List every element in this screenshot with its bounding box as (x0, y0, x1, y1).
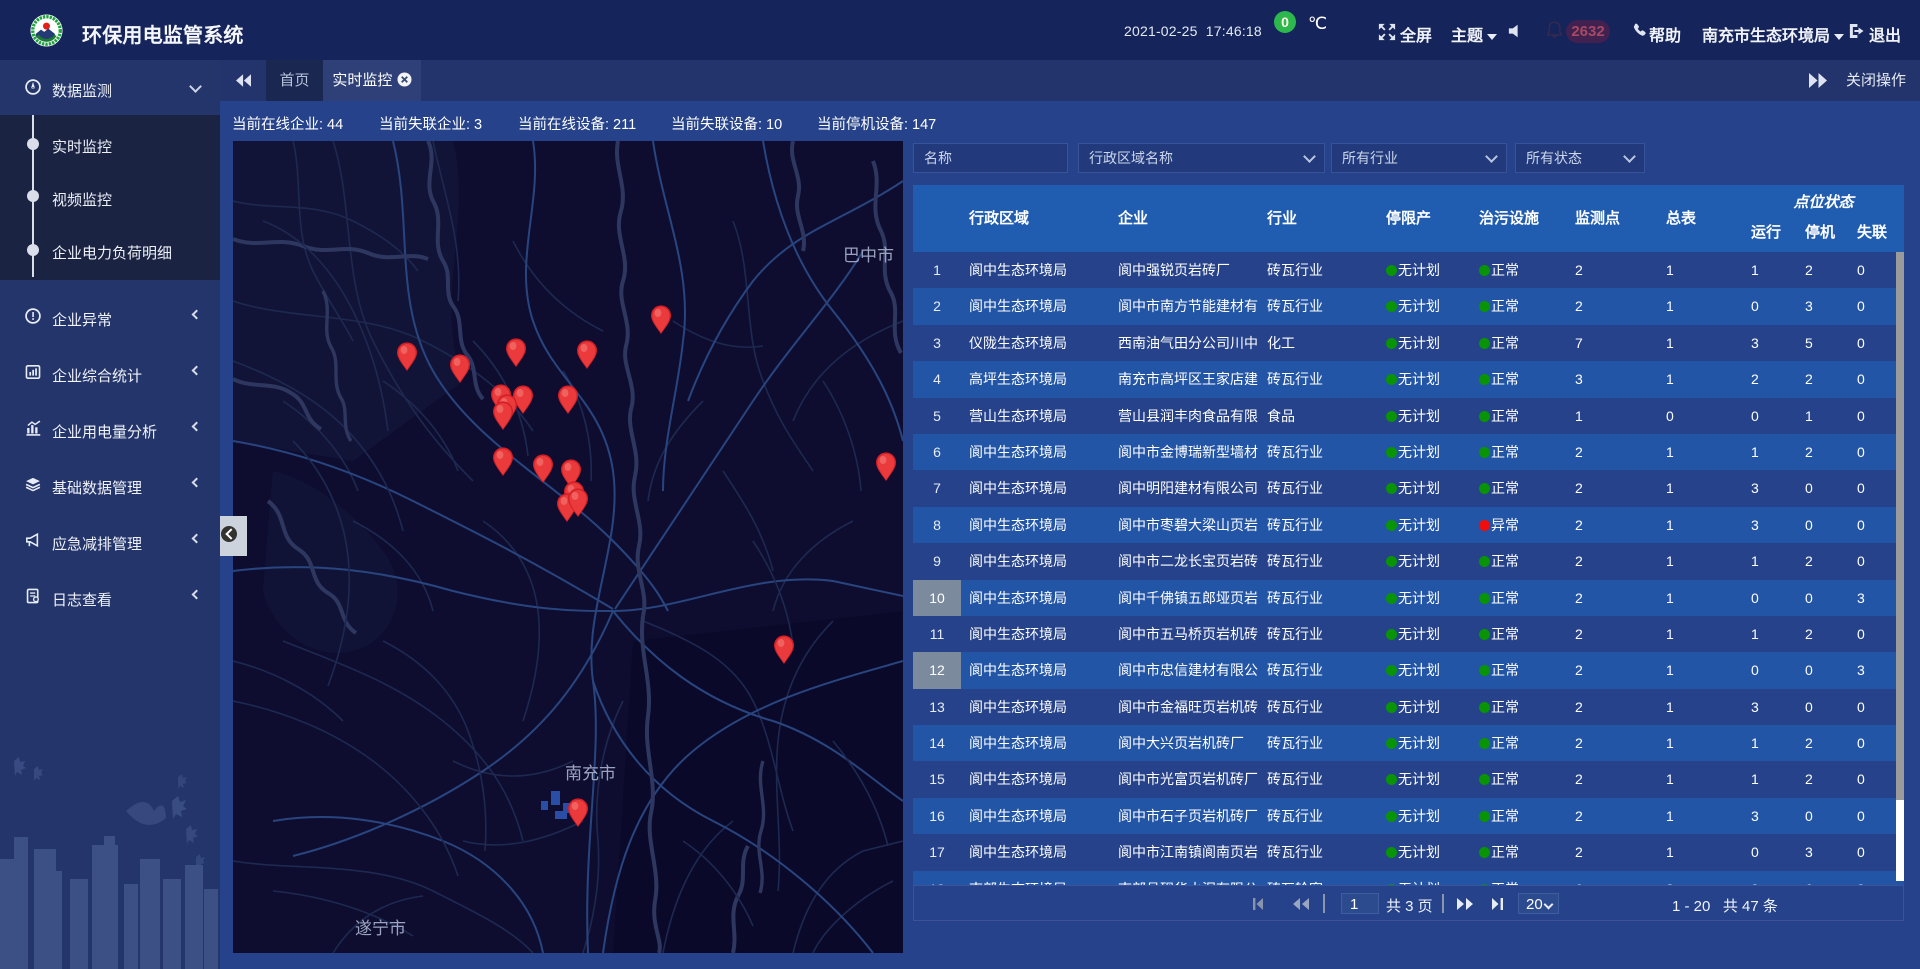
svg-text:遂宁市: 遂宁市 (355, 919, 406, 938)
svg-text:南充市: 南充市 (565, 764, 616, 783)
svg-text:巴中市: 巴中市 (843, 246, 894, 265)
